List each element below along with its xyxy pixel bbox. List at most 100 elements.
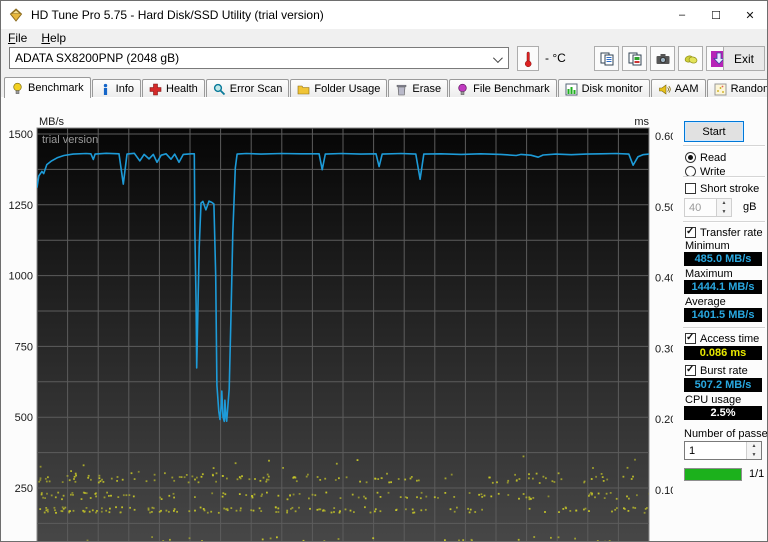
copy-text-icon [628,52,641,65]
tab-disk-monitor[interactable]: Disk monitor [557,79,650,98]
capacity-stepper[interactable]: 40 ▲ ▼ [684,198,732,217]
tab-folder-usage[interactable]: Folder Usage [290,79,388,98]
tab-label: Random Access [730,83,768,95]
burst-rate-checkbox[interactable]: Burst rate [685,364,748,377]
svg-text:1500: 1500 [9,129,33,141]
passes-value: 1 [689,444,696,457]
svg-text:250: 250 [15,483,33,495]
temperature-value: - °C [545,51,566,65]
radio-icon [685,152,696,163]
tab-label: Erase [412,83,442,95]
svg-text:0.20: 0.20 [655,414,673,426]
minimize-button[interactable]: – [665,1,699,29]
donate-button[interactable] [678,46,703,71]
drive-select[interactable]: ADATA SX8200PNP (2048 gB) [9,47,509,69]
temperature-button[interactable] [517,46,539,71]
svg-text:0.30: 0.30 [655,343,673,355]
bar-chart-icon [565,83,578,95]
progress-label: 1/1 [749,468,765,480]
separator [683,327,765,329]
tab-aam[interactable]: AAM [650,79,706,98]
bulb-purple-icon [458,83,467,95]
info-icon [103,83,107,95]
svg-text:0.40: 0.40 [655,273,673,285]
stepper-down-icon[interactable]: ▼ [717,207,731,216]
thermometer-icon [524,51,532,67]
copy-icon [600,52,613,65]
minimum-value: 485.0 MB/s [684,252,762,266]
tab-label: Benchmark [28,82,84,94]
speaker-icon [658,83,671,95]
access-time-checkbox[interactable]: Access time [685,332,759,345]
separator [683,176,765,178]
health-cross-icon [149,83,162,95]
tab-random-access[interactable]: Random Access [706,79,768,98]
tab-label: Info [115,83,134,95]
short-stroke-checkbox[interactable]: Short stroke [685,182,759,195]
app-icon [9,8,23,22]
copy-screenshot-button[interactable] [594,46,619,71]
svg-text:0.50: 0.50 [655,202,673,214]
tab-erase[interactable]: Erase [388,79,449,98]
tab-health[interactable]: Health [142,79,205,98]
chevron-down-icon [492,53,503,64]
svg-text:ms: ms [634,116,649,128]
svg-text:1250: 1250 [9,200,33,212]
separator [683,145,765,147]
title-bar: HD Tune Pro 5.75 - Hard Disk/SSD Utility… [1,1,767,29]
hands-icon [684,55,697,63]
cpu-usage-label: CPU usage [685,394,742,406]
maximize-button[interactable]: ☐ [699,1,733,29]
exit-button[interactable]: Exit [723,46,765,71]
stepper-up-icon[interactable]: ▲ [747,442,761,451]
average-value: 1401.5 MB/s [684,308,762,322]
benchmark-panel: Start Read Write Short stroke 40 ▲▼ gB [677,112,767,541]
checkbox-icon [685,333,696,344]
screenshot-button[interactable] [650,46,675,71]
start-button[interactable]: Start [684,121,744,142]
stepper-arrows[interactable]: ▲ ▼ [716,199,731,216]
drive-select-value: ADATA SX8200PNP (2048 gB) [15,51,180,65]
capacity-value: 40 [689,201,702,214]
scatter-icon [714,83,727,95]
svg-text:MB/s: MB/s [39,116,65,128]
stepper-down-icon[interactable]: ▼ [747,450,761,459]
tab-info[interactable]: Info [91,79,141,98]
tab-label: Folder Usage [314,83,381,95]
average-label: Average [685,296,726,308]
tab-file-benchmark[interactable]: File Benchmark [449,79,557,98]
bulb-yellow-icon [13,82,22,94]
short-stroke-label: Short stroke [700,182,760,195]
close-button[interactable]: ✕ [733,1,767,29]
checkbox-icon [685,183,696,194]
copy-text-button[interactable] [622,46,647,71]
toolbar: ADATA SX8200PNP (2048 gB) - °C Exit [1,46,767,77]
tab-label: AAM [674,83,699,95]
svg-text:500: 500 [15,412,33,424]
separator [683,221,765,223]
menu-file[interactable]: File [1,30,34,46]
burst-rate-value: 507.2 MB/s [684,378,762,392]
read-radio-label: Read [700,151,727,164]
hd-tune-window: HD Tune Pro 5.75 - Hard Disk/SSD Utility… [0,0,768,542]
passes-stepper[interactable]: 1 ▲ ▼ [684,441,762,460]
stepper-up-icon[interactable]: ▲ [717,199,731,208]
tab-bar: Benchmark Info Health Error Scan Folder … [1,77,767,98]
stepper-arrows[interactable]: ▲ ▼ [746,442,761,459]
camera-icon [656,53,669,64]
benchmark-page: MB/s ms trial version 1500 1250 1000 750 500 250… [1,97,767,541]
checkbox-icon [685,227,696,238]
tab-benchmark[interactable]: Benchmark [4,77,91,98]
svg-text:0.60: 0.60 [655,131,673,143]
read-radio[interactable]: Read [685,151,726,164]
transfer-rate-checkbox[interactable]: Transfer rate [685,226,763,239]
benchmark-chart: MB/s ms trial version 1500 1250 1000 750 500 250… [9,116,673,541]
tab-label: File Benchmark [473,83,550,95]
menu-bar: File Help [1,29,767,46]
svg-text:0.10: 0.10 [655,485,673,497]
menu-help[interactable]: Help [34,30,73,46]
capacity-unit-label: gB [743,201,757,213]
tab-error-scan[interactable]: Error Scan [205,79,290,98]
transfer-rate-label: Transfer rate [700,226,763,239]
checkbox-icon [685,365,696,376]
